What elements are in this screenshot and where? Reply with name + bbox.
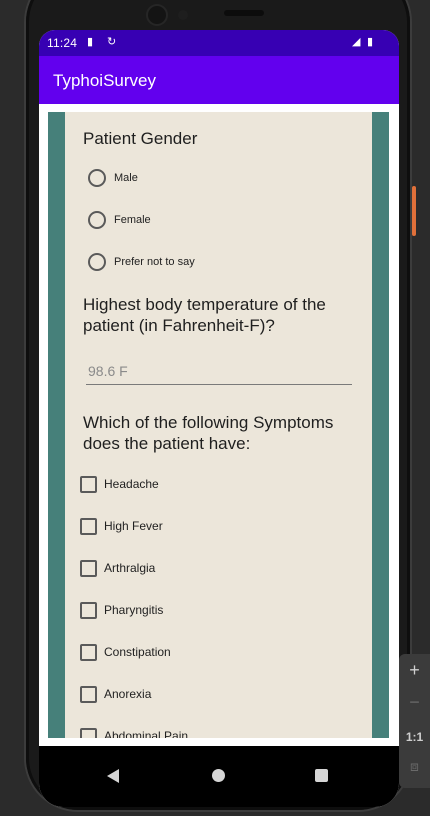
checkbox[interactable] xyxy=(80,685,97,703)
checkbox-label: Constipation xyxy=(104,645,171,659)
app-bar: TyphoiSurvey xyxy=(39,56,399,104)
checkbox-label: Abdominal Pain xyxy=(104,729,189,738)
status-bar: 11:24 ▮ ↻ ◢ ▮ xyxy=(39,30,399,56)
front-camera xyxy=(148,6,166,24)
checkbox[interactable] xyxy=(80,559,97,577)
battery-icon: ▮ xyxy=(367,36,374,48)
earpiece-speaker xyxy=(224,10,264,16)
symptom-constipation[interactable]: Constipation xyxy=(80,642,171,662)
recents-icon[interactable] xyxy=(315,769,328,782)
symptom-anorexia[interactable]: Anorexia xyxy=(80,684,151,704)
right-accent-stripe xyxy=(372,112,389,738)
checkbox[interactable] xyxy=(80,475,97,493)
checkbox[interactable] xyxy=(80,517,97,535)
radio-label: Male xyxy=(114,172,138,184)
symptom-pharyngitis[interactable]: Pharyngitis xyxy=(80,600,163,620)
temperature-input[interactable] xyxy=(86,363,348,379)
signal-icon: ◢ xyxy=(352,36,361,48)
sd-card-icon: ▮ xyxy=(87,36,94,48)
fit-screen-icon[interactable]: ⧈ xyxy=(399,758,430,775)
checkbox-label: Pharyngitis xyxy=(104,603,164,617)
symptom-abdominal-pain[interactable]: Abdominal Pain xyxy=(80,726,188,738)
survey-content[interactable]: Patient Gender Male Female Prefer not to… xyxy=(39,104,399,738)
radio-button[interactable] xyxy=(88,169,106,187)
back-icon[interactable] xyxy=(107,769,119,783)
gender-question-label: Patient Gender xyxy=(83,129,198,148)
checkbox-label: Headache xyxy=(104,477,159,491)
radio-button[interactable] xyxy=(88,253,106,271)
app-title: TyphoiSurvey xyxy=(53,71,156,90)
zoom-out-button[interactable]: − xyxy=(399,692,430,713)
emulator-toolbar: + − 1:1 ⧈ xyxy=(399,654,430,788)
home-icon[interactable] xyxy=(212,769,225,782)
checkbox-label: Anorexia xyxy=(104,687,152,701)
checkbox[interactable] xyxy=(80,601,97,619)
temperature-field[interactable] xyxy=(86,360,352,385)
left-accent-stripe xyxy=(48,112,65,738)
power-button[interactable] xyxy=(412,186,416,236)
symptom-arthralgia[interactable]: Arthralgia xyxy=(80,558,155,578)
status-time: 11:24 xyxy=(47,36,78,50)
symptom-headache[interactable]: Headache xyxy=(80,474,159,494)
survey-panel: Patient Gender Male Female Prefer not to… xyxy=(65,112,372,738)
temperature-question-label: Highest body temperature of the patient … xyxy=(83,295,326,335)
radio-label: Prefer not to say xyxy=(114,256,195,268)
actual-size-button[interactable]: 1:1 xyxy=(399,730,430,744)
radio-label: Female xyxy=(114,214,151,226)
checkbox[interactable] xyxy=(80,643,97,661)
symptom-high-fever[interactable]: High Fever xyxy=(80,516,163,536)
gender-option-male[interactable]: Male xyxy=(88,168,138,188)
device-screen: 11:24 ▮ ↻ ◢ ▮ TyphoiSurvey Patient Gende… xyxy=(39,30,399,807)
gender-option-prefer-not-to-say[interactable]: Prefer not to say xyxy=(88,252,195,272)
navigation-bar xyxy=(39,746,399,807)
checkbox-label: High Fever xyxy=(104,519,163,533)
checkbox[interactable] xyxy=(80,727,97,738)
symptoms-question-label: Which of the following Symptoms does the… xyxy=(83,413,334,453)
sensor-dot xyxy=(178,10,188,20)
zoom-in-button[interactable]: + xyxy=(399,660,430,681)
gender-option-female[interactable]: Female xyxy=(88,210,151,230)
sync-icon: ↻ xyxy=(107,36,117,48)
radio-button[interactable] xyxy=(88,211,106,229)
checkbox-label: Arthralgia xyxy=(104,561,156,575)
